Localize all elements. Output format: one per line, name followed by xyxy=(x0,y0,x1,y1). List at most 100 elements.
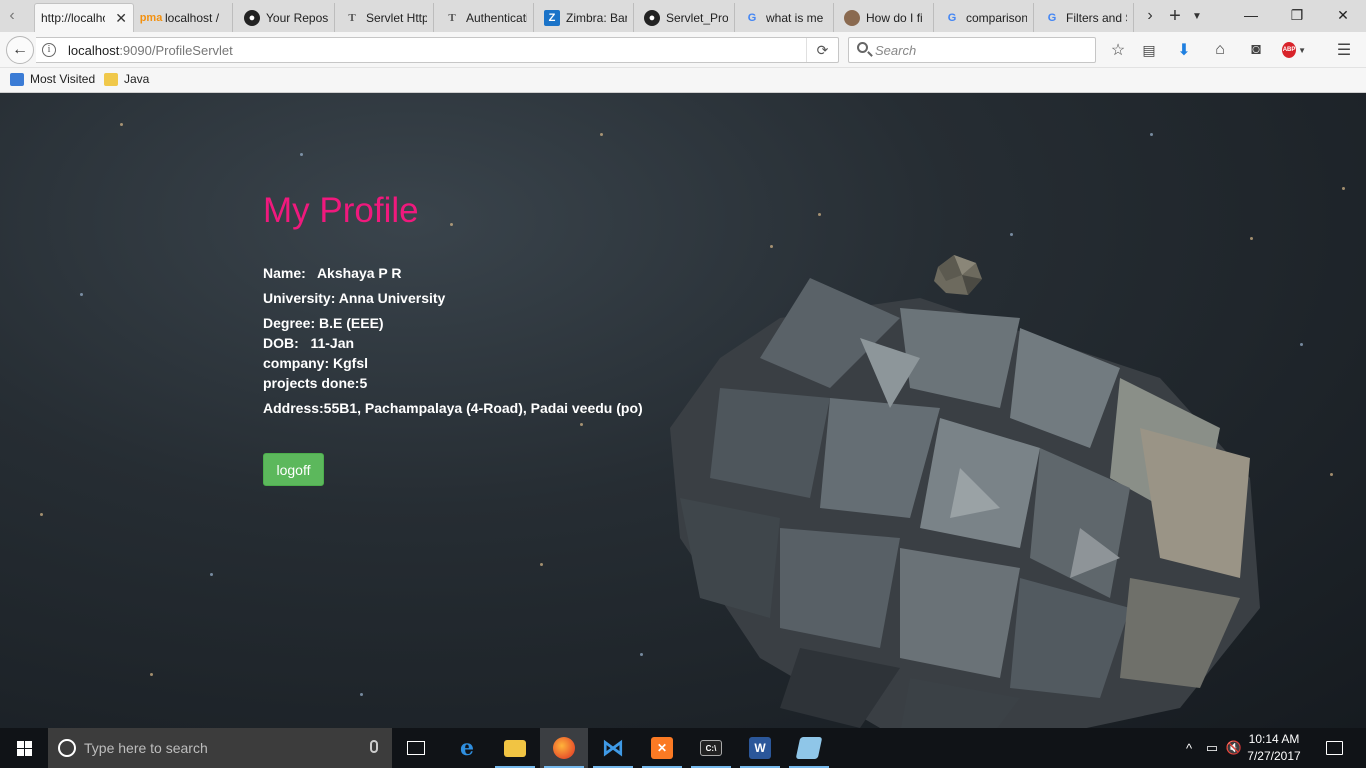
star-speck xyxy=(1300,343,1303,346)
notes-app-icon[interactable] xyxy=(785,728,833,768)
star-speck xyxy=(360,693,363,696)
new-tab-icon[interactable]: + xyxy=(1164,4,1186,28)
avatar-icon xyxy=(844,9,860,26)
url-host: localhost xyxy=(68,43,120,58)
notes-glyph xyxy=(795,737,823,759)
show-hidden-icons-icon[interactable]: ^ xyxy=(1180,728,1198,768)
firefox-glyph xyxy=(553,737,575,759)
page-title: My Profile xyxy=(263,191,419,230)
microphone-icon[interactable] xyxy=(370,740,378,753)
minimize-icon[interactable]: — xyxy=(1228,0,1274,30)
edge-app-icon[interactable]: e xyxy=(443,728,491,768)
edge-glyph: e xyxy=(460,735,474,761)
tab-strip: ‹ http://localhost:9090/ ✕ pma localhost… xyxy=(0,0,1366,32)
tab-zimbra[interactable]: Z Zimbra: Bare xyxy=(538,3,634,32)
menu-icon[interactable]: ☰ xyxy=(1332,38,1356,62)
back-button[interactable]: ← xyxy=(6,36,34,64)
tab-filters[interactable]: G Filters and S xyxy=(1038,3,1134,32)
profile-name: Name: Akshaya P R xyxy=(263,265,402,281)
reload-icon[interactable]: ⟳ xyxy=(806,38,838,62)
rock-cluster-image xyxy=(670,278,1260,728)
github-icon: ● xyxy=(644,9,660,26)
start-button[interactable] xyxy=(0,728,48,768)
star-speck xyxy=(300,153,303,156)
system-clock[interactable]: 10:14 AM 7/27/2017 xyxy=(1246,731,1302,765)
close-tab-icon[interactable]: ✕ xyxy=(115,10,127,27)
word-glyph: W xyxy=(749,737,771,759)
profile-card: My Profile Name: Akshaya P R University:… xyxy=(263,191,643,486)
star-speck xyxy=(818,213,821,216)
tab-comparison[interactable]: G comparison xyxy=(938,3,1034,32)
bookmark-star-icon[interactable]: ☆ xyxy=(1106,38,1130,62)
network-icon[interactable]: ▭ xyxy=(1202,728,1222,768)
star-speck xyxy=(210,573,213,576)
search-input[interactable]: Search xyxy=(848,37,1096,63)
list-tabs-icon[interactable]: ▼ xyxy=(1188,4,1206,28)
taskbar-search-placeholder: Type here to search xyxy=(84,740,208,756)
notification-glyph xyxy=(1325,741,1343,755)
task-view-icon[interactable] xyxy=(392,728,440,768)
star-speck xyxy=(1150,133,1153,136)
xampp-glyph: ✕ xyxy=(651,737,673,759)
file-explorer-app-icon[interactable] xyxy=(491,728,539,768)
profile-degree: Degree: B.E (EEE) xyxy=(263,315,384,331)
pocket-icon[interactable]: ◙ xyxy=(1244,38,1268,62)
star-speck xyxy=(40,513,43,516)
firefox-app-icon[interactable] xyxy=(540,728,588,768)
tab-servlet-profile[interactable]: ● Servlet_Profile xyxy=(638,3,735,32)
xampp-app-icon[interactable]: ✕ xyxy=(638,728,686,768)
word-app-icon[interactable]: W xyxy=(736,728,784,768)
visual-studio-app-icon[interactable]: ⋈ xyxy=(589,728,637,768)
action-center-icon[interactable] xyxy=(1316,728,1352,768)
clock-time: 10:14 AM xyxy=(1248,732,1300,746)
t-icon: T xyxy=(448,11,456,24)
folder-icon xyxy=(104,72,118,86)
taskbar-search-box[interactable]: Type here to search xyxy=(48,728,392,768)
star-speck xyxy=(640,653,643,656)
download-icon[interactable]: ⬇ xyxy=(1172,38,1196,62)
tab-your-repositories[interactable]: ● Your Repositories xyxy=(238,3,335,32)
page-content: My Profile Name: Akshaya P R University:… xyxy=(0,93,1366,728)
tab-label: Filters and S xyxy=(1066,10,1127,25)
google-icon: G xyxy=(947,11,957,24)
star-speck xyxy=(600,133,603,136)
address-bar[interactable]: i localhost:9090/ProfileServlet ⟳ xyxy=(36,37,839,63)
volume-muted-icon[interactable]: 🔇 xyxy=(1224,728,1244,768)
navigation-toolbar: ← i localhost:9090/ProfileServlet ⟳ Sear… xyxy=(0,32,1366,68)
tab-scroll-left-button[interactable]: ‹ xyxy=(0,2,24,30)
star-speck xyxy=(1250,237,1253,240)
bookmark-most-visited[interactable]: Most Visited xyxy=(10,72,95,86)
most-visited-icon xyxy=(10,72,24,86)
github-icon: ● xyxy=(244,9,260,26)
star-speck xyxy=(1342,187,1345,190)
visual-studio-glyph: ⋈ xyxy=(602,735,624,760)
site-info-icon[interactable]: i xyxy=(42,43,56,57)
star-speck xyxy=(770,245,773,248)
star-speck xyxy=(1010,233,1013,236)
command-prompt-glyph: C:\ xyxy=(700,740,722,756)
tab-scroll-right-icon[interactable]: › xyxy=(1140,4,1160,28)
logoff-button[interactable]: logoff xyxy=(263,453,324,486)
tab-servlet-http[interactable]: T Servlet Http xyxy=(338,3,434,32)
star-speck xyxy=(1330,473,1333,476)
close-window-icon[interactable]: ✕ xyxy=(1320,0,1366,30)
tab-phpmyadmin[interactable]: pma localhost / xyxy=(137,3,233,32)
tab-label: How do I fi xyxy=(866,10,923,25)
tab-what-is-me[interactable]: G what is me xyxy=(738,3,834,32)
bookmarks-toolbar: Most Visited Java xyxy=(0,68,1366,93)
restore-icon[interactable]: ❐ xyxy=(1274,0,1320,30)
tab-how-do-i[interactable]: How do I fi xyxy=(838,3,934,32)
tab-label: localhost / xyxy=(165,10,220,25)
tab-profile-servlet[interactable]: http://localhost:9090/ ✕ xyxy=(34,3,134,32)
bookmark-folder-java[interactable]: Java xyxy=(104,72,149,86)
star-speck xyxy=(120,123,123,126)
zimbra-icon: Z xyxy=(544,9,560,26)
tab-authentication[interactable]: T Authentication xyxy=(438,3,534,32)
adblock-plus-icon[interactable]: ABP ▼ xyxy=(1282,38,1306,62)
command-prompt-app-icon[interactable]: C:\ xyxy=(687,728,735,768)
profile-projects: projects done:5 xyxy=(263,375,368,391)
url-text[interactable]: localhost:9090/ProfileServlet xyxy=(68,43,233,58)
home-icon[interactable]: ⌂ xyxy=(1208,38,1232,62)
reading-list-icon[interactable]: ▤ xyxy=(1137,38,1161,62)
url-path: :9090/ProfileServlet xyxy=(119,43,233,58)
